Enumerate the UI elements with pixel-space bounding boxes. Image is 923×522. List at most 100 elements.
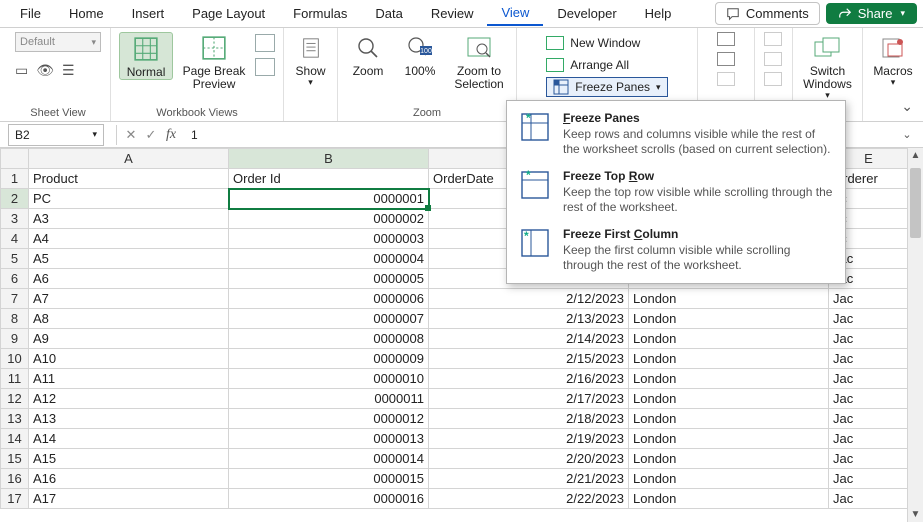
cell[interactable]: A7 — [29, 289, 229, 309]
menu-data[interactable]: Data — [361, 2, 416, 25]
switch-windows-button[interactable]: Switch Windows ▾ — [797, 32, 857, 101]
cell[interactable]: A11 — [29, 369, 229, 389]
cell[interactable]: 0000006 — [229, 289, 429, 309]
cell[interactable]: PC — [29, 189, 229, 209]
unhide-icon[interactable] — [717, 72, 735, 86]
cell[interactable]: London — [629, 389, 829, 409]
cell[interactable]: Jac — [829, 469, 909, 489]
scroll-up-arrow-icon[interactable]: ▲ — [908, 150, 923, 161]
scrollbar-thumb[interactable] — [910, 168, 921, 238]
cell[interactable]: A10 — [29, 349, 229, 369]
row-header[interactable]: 12 — [1, 389, 29, 409]
name-box[interactable]: B2 ▾ — [8, 124, 104, 146]
split-icon[interactable] — [717, 32, 735, 46]
cell[interactable]: A6 — [29, 269, 229, 289]
cell[interactable]: 0000002 — [229, 209, 429, 229]
cell[interactable]: 2/14/2023 — [429, 329, 629, 349]
collapse-ribbon-icon[interactable]: ⌄ — [901, 98, 913, 115]
zoom-button[interactable]: Zoom — [346, 32, 390, 78]
cell[interactable]: 0000009 — [229, 349, 429, 369]
row-header[interactable]: 5 — [1, 249, 29, 269]
cell[interactable]: A5 — [29, 249, 229, 269]
cell[interactable]: Order Id — [229, 169, 429, 189]
row-header[interactable]: 16 — [1, 469, 29, 489]
options-icon[interactable]: ☰ — [62, 62, 75, 79]
zoom-to-selection-button[interactable]: Zoom to Selection — [450, 32, 508, 91]
cell[interactable]: London — [629, 349, 829, 369]
custom-views-icon[interactable] — [255, 58, 275, 76]
row-header[interactable]: 7 — [1, 289, 29, 309]
menu-help[interactable]: Help — [631, 2, 686, 25]
cell[interactable]: 2/13/2023 — [429, 309, 629, 329]
cell[interactable]: 0000014 — [229, 449, 429, 469]
cell[interactable]: A12 — [29, 389, 229, 409]
menu-view[interactable]: View — [487, 1, 543, 26]
arrange-all-button[interactable]: Arrange All — [546, 54, 629, 76]
cell[interactable]: London — [629, 369, 829, 389]
cell[interactable]: London — [629, 329, 829, 349]
cell[interactable]: London — [629, 449, 829, 469]
row-header[interactable]: 1 — [1, 169, 29, 189]
cell[interactable]: 2/21/2023 — [429, 469, 629, 489]
cell[interactable]: A13 — [29, 409, 229, 429]
row-header[interactable]: 15 — [1, 449, 29, 469]
row-header[interactable]: 2 — [1, 189, 29, 209]
macros-button[interactable]: Macros ▾ — [868, 32, 918, 88]
cell[interactable]: Jac — [829, 349, 909, 369]
cell[interactable]: A15 — [29, 449, 229, 469]
cell[interactable]: 2/12/2023 — [429, 289, 629, 309]
insert-function-button[interactable]: fx — [161, 127, 181, 143]
cell[interactable]: London — [629, 489, 829, 509]
row-header[interactable]: 9 — [1, 329, 29, 349]
cell[interactable]: London — [629, 469, 829, 489]
cell[interactable]: A8 — [29, 309, 229, 329]
cell[interactable]: Product — [29, 169, 229, 189]
page-layout-icon[interactable] — [255, 34, 275, 52]
cell[interactable]: 2/15/2023 — [429, 349, 629, 369]
row-header[interactable]: 10 — [1, 349, 29, 369]
cell[interactable]: Jac — [829, 489, 909, 509]
hide-icon[interactable] — [717, 52, 735, 66]
cell[interactable]: 2/17/2023 — [429, 389, 629, 409]
cell[interactable]: London — [629, 429, 829, 449]
menu-review[interactable]: Review — [417, 2, 488, 25]
cell[interactable]: 0000001 — [229, 189, 429, 209]
cell[interactable]: 2/16/2023 — [429, 369, 629, 389]
cell[interactable]: A9 — [29, 329, 229, 349]
cell[interactable]: Jac — [829, 369, 909, 389]
sheet-view-combo[interactable]: Default ▾ — [15, 32, 101, 52]
select-all-cell[interactable] — [1, 149, 29, 169]
cell[interactable]: 0000016 — [229, 489, 429, 509]
cell[interactable]: 0000008 — [229, 329, 429, 349]
cell[interactable]: 0000007 — [229, 309, 429, 329]
cell[interactable]: 2/19/2023 — [429, 429, 629, 449]
menu-page-layout[interactable]: Page Layout — [178, 2, 279, 25]
cancel-formula-button[interactable]: ✕ — [121, 127, 141, 143]
cell[interactable]: A16 — [29, 469, 229, 489]
cell[interactable]: A4 — [29, 229, 229, 249]
row-header[interactable]: 17 — [1, 489, 29, 509]
row-header[interactable]: 6 — [1, 269, 29, 289]
row-header[interactable]: 4 — [1, 229, 29, 249]
row-header[interactable]: 8 — [1, 309, 29, 329]
cell[interactable]: 2/22/2023 — [429, 489, 629, 509]
freeze-panes-button[interactable]: Freeze Panes ▾ — [546, 77, 667, 97]
row-header[interactable]: 13 — [1, 409, 29, 429]
sync-scroll-icon[interactable] — [764, 52, 782, 66]
cell[interactable]: 0000010 — [229, 369, 429, 389]
enter-formula-button[interactable]: ✓ — [141, 127, 161, 143]
cell[interactable]: A17 — [29, 489, 229, 509]
cell[interactable]: Jac — [829, 329, 909, 349]
new-window-button[interactable]: New Window — [546, 32, 640, 54]
row-header[interactable]: 3 — [1, 209, 29, 229]
menu-insert[interactable]: Insert — [118, 2, 179, 25]
share-button[interactable]: Share ▾ — [826, 3, 917, 24]
save-view-icon[interactable]: ▭ — [15, 62, 28, 79]
page-break-preview-button[interactable]: Page Break Preview — [181, 32, 247, 91]
cell[interactable]: Jac — [829, 409, 909, 429]
cell[interactable]: Jac — [829, 289, 909, 309]
cell[interactable]: 0000003 — [229, 229, 429, 249]
cell[interactable]: 0000015 — [229, 469, 429, 489]
cell[interactable]: London — [629, 289, 829, 309]
cell[interactable]: A14 — [29, 429, 229, 449]
